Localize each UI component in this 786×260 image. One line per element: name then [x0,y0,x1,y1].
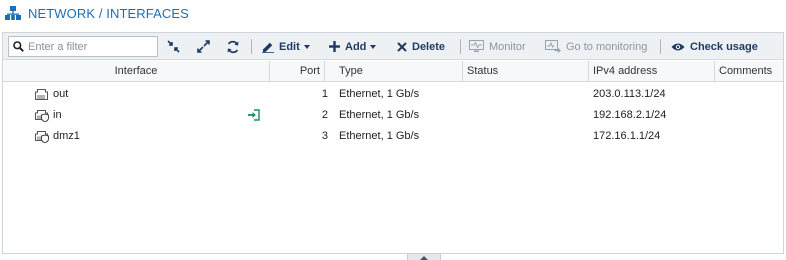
comments-cell [715,105,723,126]
network-icon [5,6,21,20]
ipv4-cell: 172.16.1.1/24 [593,130,661,142]
delete-button[interactable]: Delete [397,36,445,57]
protected-port-icon [35,110,49,122]
type-cell: Ethernet, 1 Gb/s [339,109,420,121]
status-cell [463,105,471,126]
comments-cell [715,84,723,105]
table-header: Interface Port Type Status IPv4 address … [3,61,783,82]
column-header-comments[interactable]: Comments [715,61,783,82]
page-header: NETWORK / INTERFACES [0,0,786,26]
status-cell [463,126,471,147]
status-cell [463,84,471,105]
type-cell: Ethernet, 1 Gb/s [339,88,420,100]
go-to-monitoring-button[interactable]: Go to monitoring [545,36,647,57]
interfaces-panel: Edit Add Delete Monitor [2,32,784,254]
column-header-interface[interactable]: Interface [3,61,270,82]
type-cell: Ethernet, 1 Gb/s [339,130,420,142]
chevron-down-icon [303,44,310,49]
check-usage-label: Check usage [690,40,758,53]
table-row[interactable]: out 1 Ethernet, 1 Gb/s 203.0.113.1/24 [3,84,783,105]
ipv4-cell: 203.0.113.1/24 [593,88,666,100]
add-button[interactable]: Add [329,36,377,57]
pencil-icon [262,42,274,53]
go-to-monitoring-label: Go to monitoring [566,40,648,53]
add-button-label: Add [345,40,367,53]
collapse-arrows-icon[interactable] [165,38,182,55]
chevron-up-icon [420,255,428,260]
monitor-icon [469,40,484,52]
interface-name: out [53,88,69,100]
edit-button-label: Edit [279,40,300,53]
monitor-button[interactable]: Monitor [469,36,526,57]
search-icon [13,41,24,52]
ethernet-port-icon [35,89,48,100]
port-cell: 3 [321,130,328,142]
port-cell: 1 [321,88,328,100]
monitor-button-label: Monitor [489,40,526,53]
toolbar: Edit Add Delete Monitor [3,33,783,60]
delete-button-label: Delete [412,40,446,53]
expand-arrows-icon[interactable] [195,38,212,55]
port-cell: 2 [321,109,328,121]
interface-name: dmz1 [53,130,80,142]
column-header-status[interactable]: Status [463,61,589,82]
toolbar-separator [660,39,661,54]
protected-port-icon [35,131,49,143]
go-to-monitoring-icon [545,40,561,53]
plus-icon [329,41,340,52]
table-row[interactable]: in 2 Ethernet, 1 Gb/s 192.168.2.1/24 [3,105,783,126]
search-input[interactable] [28,40,153,53]
sign-in-icon [248,109,260,121]
toolbar-separator [251,39,252,54]
edit-button[interactable]: Edit [262,36,310,57]
column-header-ipv4[interactable]: IPv4 address [589,61,715,82]
check-usage-button[interactable]: Check usage [671,36,758,57]
comments-cell [715,126,723,147]
page-title: NETWORK / INTERFACES [28,5,189,21]
refresh-icon[interactable] [224,38,241,55]
eye-icon [671,43,685,50]
column-header-type[interactable]: Type [335,61,463,82]
close-icon [397,41,407,52]
column-header-port[interactable]: Port [270,61,325,82]
interface-name: in [53,109,62,121]
search-box[interactable] [8,36,158,57]
toolbar-separator [460,39,461,54]
ipv4-cell: 192.168.2.1/24 [593,109,667,121]
collapse-panel-handle[interactable] [407,253,441,260]
chevron-down-icon [370,44,377,49]
table-row[interactable]: dmz1 3 Ethernet, 1 Gb/s 172.16.1.1/24 [3,126,783,147]
